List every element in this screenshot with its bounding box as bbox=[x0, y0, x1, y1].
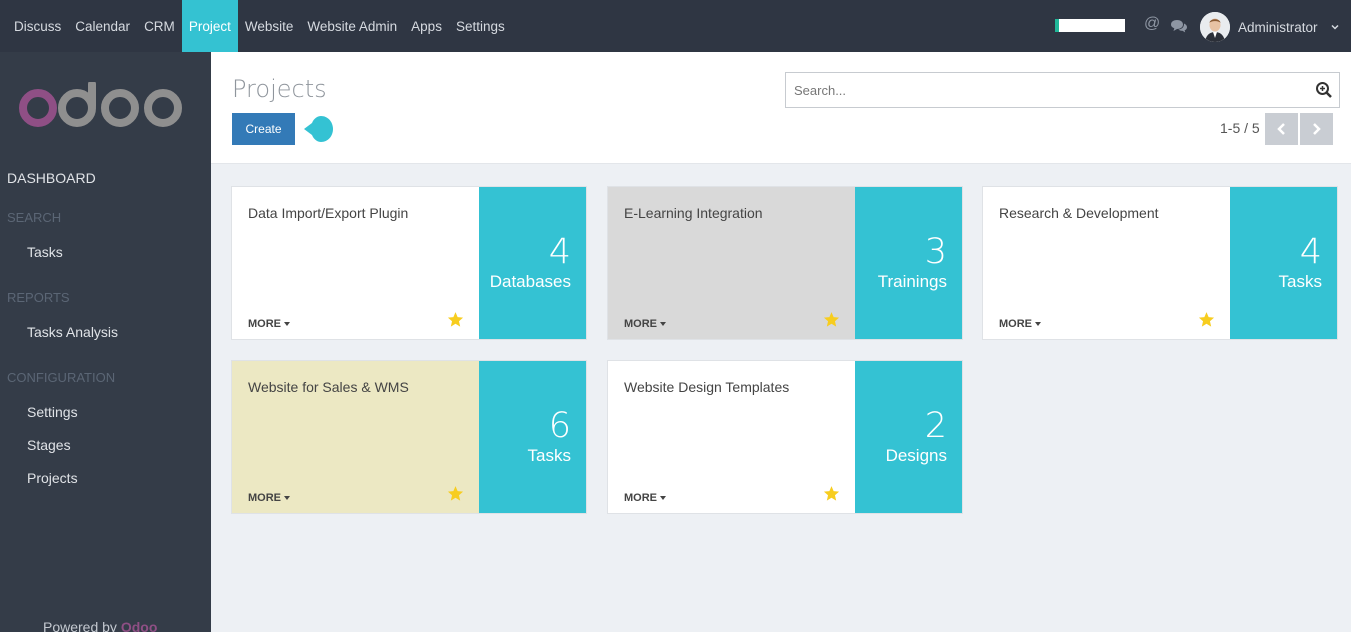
caret-down-icon bbox=[660, 496, 666, 501]
more-label: MORE bbox=[248, 318, 281, 330]
sidebar-item-tasks[interactable]: Tasks bbox=[27, 244, 63, 260]
project-card[interactable]: E-Learning Integration MORE 3 Trainings bbox=[608, 187, 962, 339]
project-task-count-button[interactable]: 6 Tasks bbox=[479, 361, 586, 513]
task-count-label: Designs bbox=[885, 446, 947, 465]
caret-down-icon bbox=[284, 322, 290, 327]
user-avatar[interactable] bbox=[1200, 12, 1230, 42]
project-task-count-button[interactable]: 3 Trainings bbox=[855, 187, 962, 339]
project-task-count-button[interactable]: 2 Designs bbox=[855, 361, 962, 513]
page-title: Projects bbox=[232, 75, 327, 103]
powered-by-brand-link[interactable]: Odoo bbox=[121, 619, 158, 632]
create-button[interactable]: Create bbox=[232, 113, 295, 145]
sidebar-item-settings[interactable]: Settings bbox=[27, 404, 78, 420]
sidebar-item-projects[interactable]: Projects bbox=[27, 470, 78, 486]
sidebar-item-tasks-analysis[interactable]: Tasks Analysis bbox=[27, 324, 118, 340]
pager-next-button[interactable] bbox=[1300, 113, 1333, 145]
project-task-count-button[interactable]: 4 Tasks bbox=[1230, 187, 1337, 339]
tip-bubble-icon[interactable] bbox=[302, 116, 334, 142]
task-count-label: Tasks bbox=[527, 446, 571, 465]
menu-calendar[interactable]: Calendar bbox=[68, 0, 137, 52]
search-icon[interactable] bbox=[1315, 81, 1333, 99]
more-label: MORE bbox=[624, 318, 657, 330]
task-count: 4 bbox=[548, 232, 571, 272]
project-name[interactable]: Research & Development bbox=[999, 205, 1159, 221]
pager-value[interactable]: 1-5 / 5 bbox=[1220, 120, 1260, 136]
search-input[interactable] bbox=[786, 73, 1306, 107]
star-icon[interactable] bbox=[447, 485, 464, 502]
more-dropdown[interactable]: MORE bbox=[248, 492, 290, 504]
more-dropdown[interactable]: MORE bbox=[624, 318, 666, 330]
more-dropdown[interactable]: MORE bbox=[248, 318, 290, 330]
chevron-right-icon bbox=[1313, 123, 1321, 135]
pager-previous-button[interactable] bbox=[1265, 113, 1298, 145]
caret-down-icon bbox=[284, 496, 290, 501]
search-box bbox=[785, 72, 1340, 108]
project-task-count-button[interactable]: 4 Databases bbox=[479, 187, 586, 339]
progress-widget[interactable] bbox=[1055, 19, 1125, 32]
caret-down-icon bbox=[1035, 322, 1041, 327]
more-label: MORE bbox=[248, 492, 281, 504]
sidebar-section-configuration: CONFIGURATION bbox=[7, 370, 116, 385]
more-dropdown[interactable]: MORE bbox=[624, 492, 666, 504]
sidebar: DASHBOARD SEARCH Tasks REPORTS Tasks Ana… bbox=[0, 52, 211, 632]
menu-apps[interactable]: Apps bbox=[404, 0, 449, 52]
user-menu[interactable]: Administrator bbox=[1238, 0, 1318, 55]
sidebar-section-reports: REPORTS bbox=[7, 290, 70, 305]
task-count: 2 bbox=[924, 406, 947, 446]
control-panel: Projects Create 1-5 / 5 bbox=[211, 52, 1351, 164]
menu-website[interactable]: Website bbox=[238, 0, 301, 52]
chevron-left-icon bbox=[1277, 123, 1285, 135]
task-count: 6 bbox=[548, 406, 571, 446]
app-menu: Discuss Calendar CRM Project Website Web… bbox=[7, 0, 512, 52]
more-label: MORE bbox=[999, 318, 1032, 330]
more-dropdown[interactable]: MORE bbox=[999, 318, 1041, 330]
project-name[interactable]: Website Design Templates bbox=[624, 379, 789, 395]
menu-website-admin[interactable]: Website Admin bbox=[300, 0, 404, 52]
menu-discuss[interactable]: Discuss bbox=[7, 0, 68, 52]
task-count: 4 bbox=[1299, 232, 1322, 272]
star-icon[interactable] bbox=[823, 311, 840, 328]
odoo-logo bbox=[19, 82, 182, 127]
star-icon[interactable] bbox=[823, 485, 840, 502]
sidebar-item-stages[interactable]: Stages bbox=[27, 437, 71, 453]
sidebar-item-dashboard[interactable]: DASHBOARD bbox=[7, 170, 96, 186]
menu-settings[interactable]: Settings bbox=[449, 0, 512, 52]
star-icon[interactable] bbox=[1198, 311, 1215, 328]
task-count-label: Databases bbox=[489, 272, 571, 291]
powered-by: Powered by Odoo bbox=[43, 619, 157, 632]
more-label: MORE bbox=[624, 492, 657, 504]
task-count: 3 bbox=[924, 232, 947, 272]
top-navbar: Discuss Calendar CRM Project Website Web… bbox=[0, 0, 1351, 52]
project-card[interactable]: Website Design Templates MORE 2 Designs bbox=[608, 361, 962, 513]
sidebar-section-search: SEARCH bbox=[7, 210, 62, 225]
at-sign-icon[interactable]: @ bbox=[1144, 15, 1160, 33]
star-icon[interactable] bbox=[447, 311, 464, 328]
powered-by-label: Powered by bbox=[43, 619, 117, 632]
task-count-label: Trainings bbox=[877, 272, 947, 291]
task-count-label: Tasks bbox=[1278, 272, 1322, 291]
menu-project[interactable]: Project bbox=[181, 0, 238, 52]
caret-down-icon bbox=[660, 322, 666, 327]
project-name[interactable]: E-Learning Integration bbox=[624, 205, 763, 221]
chat-bubbles-icon[interactable] bbox=[1170, 19, 1188, 33]
project-card[interactable]: Data Import/Export Plugin MORE 4 Databas… bbox=[232, 187, 586, 339]
project-card[interactable]: Research & Development MORE 4 Tasks bbox=[983, 187, 1337, 339]
project-card[interactable]: Website for Sales & WMS MORE 6 Tasks bbox=[232, 361, 586, 513]
menu-crm[interactable]: CRM bbox=[137, 0, 182, 52]
project-name[interactable]: Website for Sales & WMS bbox=[248, 379, 409, 395]
project-name[interactable]: Data Import/Export Plugin bbox=[248, 205, 408, 221]
chevron-down-icon[interactable] bbox=[1331, 23, 1339, 31]
